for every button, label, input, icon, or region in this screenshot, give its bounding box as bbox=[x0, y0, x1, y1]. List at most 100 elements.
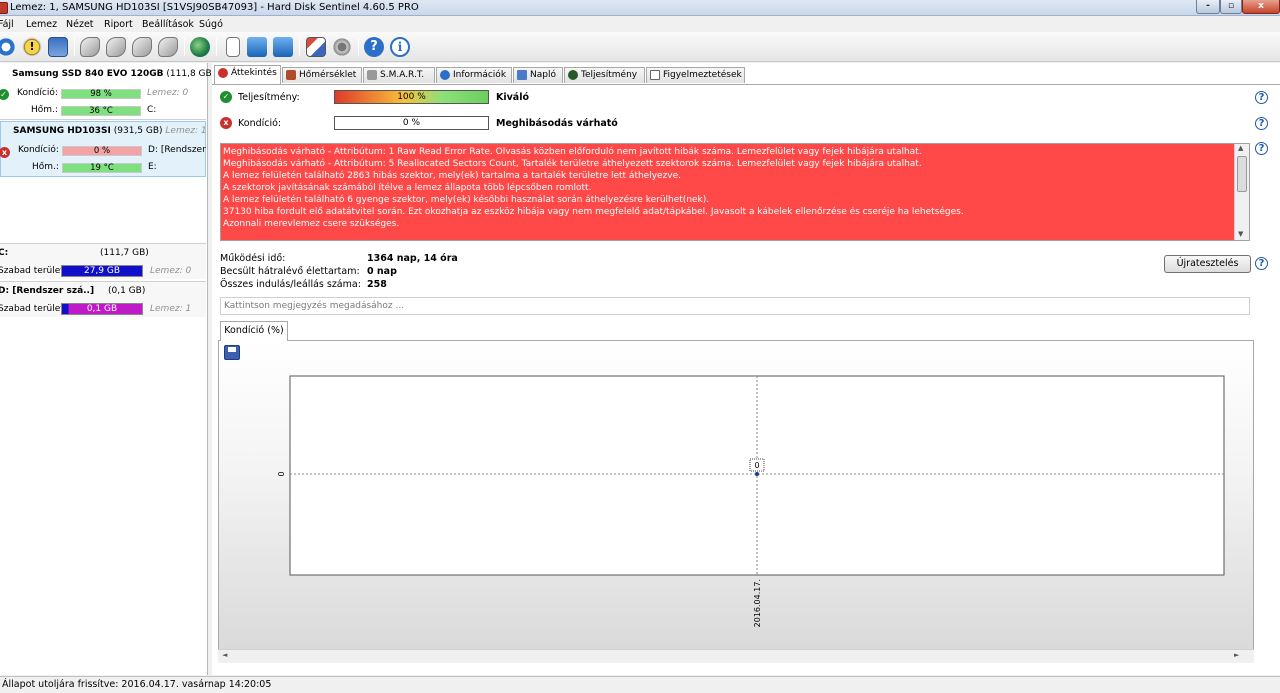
error-icon: x bbox=[0, 147, 10, 158]
minimize-button[interactable]: - bbox=[1196, 0, 1220, 14]
partition-name: C: bbox=[0, 248, 9, 258]
chart-scrollbar[interactable]: ◄ ► bbox=[218, 649, 1254, 663]
help-icon[interactable]: ? bbox=[1255, 91, 1268, 104]
partition-name: D: [Rendszer szá..] bbox=[0, 286, 95, 296]
free-space-bar: 27,9 GB bbox=[61, 265, 143, 277]
condition-bar: 98 % bbox=[61, 89, 141, 99]
send-report-icon[interactable] bbox=[273, 37, 293, 57]
help-icon[interactable]: ? bbox=[364, 37, 384, 57]
comment-field[interactable]: Kattintson megjegyzés megadásához ... bbox=[220, 297, 1250, 315]
retest-button[interactable]: Újratesztelés bbox=[1164, 255, 1251, 273]
menu-settings[interactable]: Beállítások bbox=[142, 19, 194, 30]
performance-label: Teljesítmény: bbox=[238, 92, 300, 103]
disk-test-icon[interactable] bbox=[106, 37, 126, 57]
uptime-value: 1364 nap, 14 óra bbox=[367, 253, 458, 264]
disk-ref: Lemez: 0 bbox=[147, 88, 189, 98]
thermometer-icon bbox=[286, 70, 296, 80]
tab-overview[interactable]: Áttekintés bbox=[214, 65, 281, 84]
uptime-label: Működési idő: bbox=[220, 253, 286, 264]
remaining-life-value: 0 nap bbox=[367, 266, 397, 277]
condition-label: Kondíció: bbox=[238, 118, 282, 129]
alert-line: Meghibásodás várható - Attribútum: 1 Raw… bbox=[223, 147, 922, 157]
check-icon: ✓ bbox=[220, 91, 232, 103]
disk-card-ssd[interactable]: Samsung SSD 840 EVO 120GB (111,8 GB) ✓ K… bbox=[0, 63, 215, 120]
performance-bar: 100 % bbox=[334, 90, 489, 104]
tab-performance[interactable]: Teljesítmény bbox=[564, 67, 645, 83]
alert-line: A szektorok javításának számából ítélve … bbox=[223, 183, 592, 193]
error-icon: x bbox=[220, 117, 232, 129]
disk-name: SAMSUNG HD103SI bbox=[13, 126, 111, 136]
menu-file[interactable]: Fájl bbox=[0, 19, 14, 30]
error-icon bbox=[218, 68, 228, 78]
chart-svg: 0 0 2016.04.17. bbox=[277, 375, 1225, 627]
condition-label: Kondíció: bbox=[17, 88, 58, 98]
help-icon[interactable]: ? bbox=[1255, 257, 1268, 270]
performance-icon bbox=[568, 70, 578, 80]
disk-ref: Lemez: 1 bbox=[150, 304, 192, 314]
partition-size: (111,7 GB) bbox=[100, 248, 149, 258]
partition-d[interactable]: D: [Rendszer szá..] (0,1 GB) Szabad terü… bbox=[0, 281, 206, 317]
info-icon bbox=[440, 70, 450, 80]
toolbar: ! ? i bbox=[0, 32, 1280, 62]
info-icon[interactable]: i bbox=[390, 37, 410, 57]
start-stop-label: Összes indulás/leállás száma: bbox=[220, 279, 361, 290]
partition-c[interactable]: C: (111,7 GB) Szabad terület 27,9 GB Lem… bbox=[0, 243, 206, 279]
close-button[interactable]: x bbox=[1242, 0, 1280, 14]
disk-ref: Lemez: 1 bbox=[165, 126, 207, 136]
tab-temperature[interactable]: Hőmérséklet bbox=[282, 67, 362, 83]
x-tick-label: 2016.04.17. bbox=[753, 579, 762, 627]
title-bar: Lemez: 1, SAMSUNG HD103SI [S1VSJ90SB4709… bbox=[0, 0, 1280, 16]
menu-bar: Fájl Lemez Nézet Riport Beállítások Súgó bbox=[0, 16, 1280, 32]
tab-log[interactable]: Napló bbox=[513, 67, 563, 83]
app-icon bbox=[0, 2, 8, 14]
status-bar: Állapot utoljára frissítve: 2016.04.17. … bbox=[0, 676, 1280, 693]
alerts-icon bbox=[650, 70, 660, 80]
globe-icon[interactable] bbox=[190, 37, 210, 57]
alert-messages[interactable]: Meghibásodás várható - Attribútum: 1 Raw… bbox=[220, 143, 1250, 241]
disk-name: Samsung SSD 840 EVO 120GB bbox=[12, 69, 164, 79]
condition-chart: 0 0 2016.04.17. bbox=[218, 340, 1254, 663]
disk-tools-icon[interactable] bbox=[158, 37, 178, 57]
drive-letter: D: [Rendszer s bbox=[148, 145, 206, 155]
alert-scrollbar[interactable]: ▲ ▼ bbox=[1234, 144, 1249, 240]
menu-view[interactable]: Nézet bbox=[66, 19, 94, 30]
settings-gear-icon[interactable] bbox=[332, 37, 352, 57]
free-space-bar: 0,1 GB bbox=[61, 303, 143, 315]
maximize-button[interactable]: ▫ bbox=[1220, 0, 1242, 14]
warning-icon[interactable]: ! bbox=[22, 37, 42, 57]
tab-alerts[interactable]: Figyelmeztetések bbox=[646, 67, 745, 83]
disk-check-icon[interactable] bbox=[132, 37, 152, 57]
menu-disk[interactable]: Lemez bbox=[26, 19, 57, 30]
menu-report[interactable]: Riport bbox=[104, 19, 133, 30]
log-icon bbox=[517, 70, 527, 80]
help-icon[interactable]: ? bbox=[1255, 117, 1268, 130]
chart-tab-condition[interactable]: Kondíció (%) bbox=[220, 321, 288, 341]
temp-label: Hőm.: bbox=[32, 162, 59, 172]
condition-label: Kondíció: bbox=[18, 145, 59, 155]
alert-line: A lemez felületén található 2863 hibás s… bbox=[223, 171, 682, 181]
details-panel: Áttekintés Hőmérséklet S.M.A.R.T. Inform… bbox=[212, 63, 1280, 675]
data-point bbox=[755, 472, 759, 476]
disk-info-icon[interactable] bbox=[80, 37, 100, 57]
remaining-life-label: Becsült hátralévő élettartam: bbox=[220, 266, 360, 277]
tab-information[interactable]: Információk bbox=[436, 67, 512, 83]
y-tick-label: 0 bbox=[277, 471, 286, 476]
refresh-icon[interactable] bbox=[0, 37, 16, 57]
document-icon[interactable] bbox=[226, 37, 240, 57]
performance-chart-icon[interactable] bbox=[306, 37, 326, 57]
alert-line: Meghibásodás várható - Attribútum: 5 Rea… bbox=[223, 159, 922, 169]
help-icon[interactable]: ? bbox=[1255, 142, 1268, 155]
tab-smart[interactable]: S.M.A.R.T. bbox=[363, 67, 435, 83]
free-space-label: Szabad terület bbox=[0, 304, 64, 314]
disk-ref: Lemez: 0 bbox=[150, 266, 192, 276]
disk-card-hdd[interactable]: SAMSUNG HD103SI (931,5 GB) Lemez: 1 x Ko… bbox=[0, 121, 207, 177]
temp-bar: 19 °C bbox=[62, 163, 142, 173]
condition-text: Meghibásodás várható bbox=[496, 118, 618, 129]
report-icon[interactable] bbox=[247, 37, 267, 57]
drive-letter-2: E: bbox=[148, 162, 157, 172]
monitor-icon[interactable] bbox=[48, 37, 68, 57]
menu-help[interactable]: Súgó bbox=[199, 19, 223, 30]
disk-size: (931,5 GB) bbox=[113, 126, 163, 136]
condition-bar: 0 % bbox=[62, 146, 142, 156]
window-title: Lemez: 1, SAMSUNG HD103SI [S1VSJ90SB4709… bbox=[10, 2, 419, 13]
